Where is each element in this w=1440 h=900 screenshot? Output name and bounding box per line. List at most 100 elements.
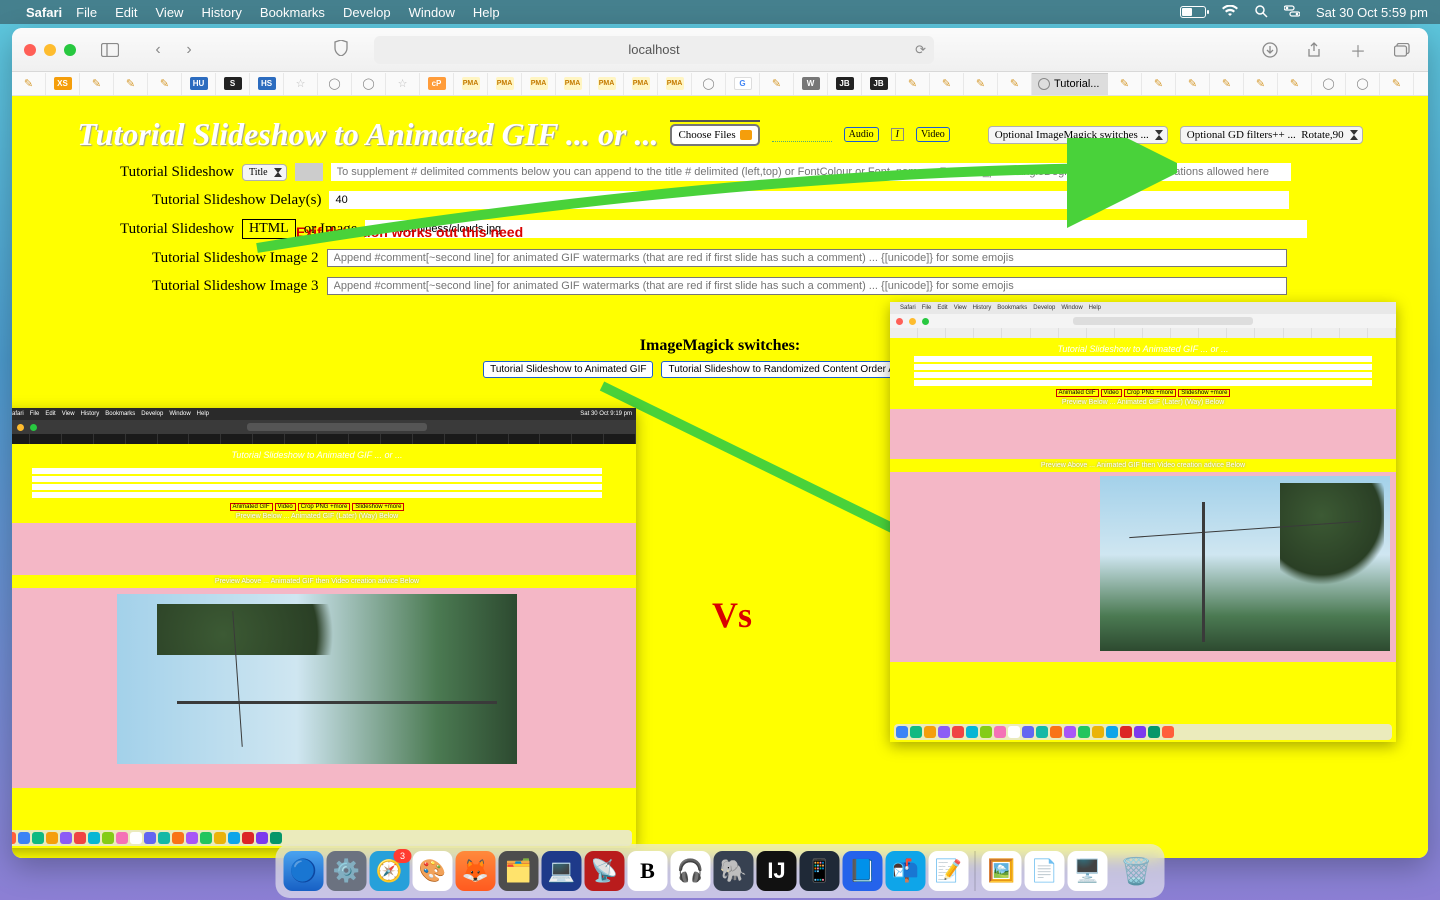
fav-item[interactable]: PMA	[454, 73, 488, 95]
fav-item[interactable]: ✎	[114, 73, 148, 95]
fav-item[interactable]: ✎	[896, 73, 930, 95]
fav-item[interactable]: W	[794, 73, 828, 95]
fav-item[interactable]: ✎	[998, 73, 1032, 95]
fav-item[interactable]: ◯	[1312, 73, 1346, 95]
video-button[interactable]: Video	[916, 127, 950, 142]
dock-app[interactable]: ⚙️	[327, 851, 367, 891]
browser-tab-active[interactable]: Tutorial...	[1032, 73, 1108, 95]
fav-item[interactable]: cP	[420, 73, 454, 95]
fav-item[interactable]: ✎	[1278, 73, 1312, 95]
menu-view[interactable]: View	[156, 5, 184, 20]
dock-app[interactable]: 🖥️	[1068, 851, 1108, 891]
downloads-icon[interactable]	[1256, 36, 1284, 64]
menu-help[interactable]: Help	[473, 5, 500, 20]
image2-input[interactable]	[327, 249, 1287, 267]
fav-item[interactable]: PMA	[488, 73, 522, 95]
dock-app[interactable]: 📄	[1025, 851, 1065, 891]
menu-bookmarks[interactable]: Bookmarks	[260, 5, 325, 20]
fav-item[interactable]: ☆	[386, 73, 420, 95]
dock-app[interactable]: 🦊	[456, 851, 496, 891]
close-window-button[interactable]	[24, 44, 36, 56]
dock-trash-icon[interactable]: 🗑️	[1117, 851, 1157, 891]
privacy-shield-icon[interactable]	[334, 40, 348, 59]
menubar-clock[interactable]: Sat 30 Oct 5:59 pm	[1316, 5, 1428, 20]
fav-item[interactable]: JB	[828, 73, 862, 95]
new-tab-icon[interactable]: ＋	[1344, 36, 1372, 64]
dock-app[interactable]: 💻	[542, 851, 582, 891]
dock-app[interactable]: 🐘	[714, 851, 754, 891]
fav-item[interactable]: ✎	[760, 73, 794, 95]
dock-app[interactable]: 🎧	[671, 851, 711, 891]
dock-app[interactable]: 🎨	[413, 851, 453, 891]
dock-app[interactable]: 📱	[800, 851, 840, 891]
fav-item[interactable]: XS	[46, 73, 80, 95]
dock-app[interactable]: 🧭	[370, 851, 410, 891]
image3-input[interactable]	[327, 277, 1287, 295]
zoom-window-button[interactable]	[64, 44, 76, 56]
file-chooser[interactable]: Choose Files	[670, 124, 759, 146]
fav-item[interactable]: G	[726, 73, 760, 95]
app-name[interactable]: Safari	[26, 5, 62, 20]
control-center-icon[interactable]	[1284, 4, 1300, 20]
share-icon[interactable]	[1300, 36, 1328, 64]
spotlight-icon[interactable]	[1254, 4, 1268, 21]
menu-window[interactable]: Window	[409, 5, 455, 20]
menu-develop[interactable]: Develop	[343, 5, 391, 20]
fav-item[interactable]: ✎	[1176, 73, 1210, 95]
fav-item[interactable]: PMA	[658, 73, 692, 95]
battery-icon[interactable]	[1180, 6, 1206, 18]
fav-item[interactable]: ✎	[964, 73, 998, 95]
forward-button[interactable]: ›	[175, 36, 203, 64]
fav-item[interactable]: ✎	[1108, 73, 1142, 95]
title-input[interactable]	[331, 163, 1291, 181]
fav-item[interactable]: ✎	[12, 73, 46, 95]
delay-input[interactable]	[329, 191, 1289, 209]
fav-item[interactable]: HS	[250, 73, 284, 95]
audio-button[interactable]: Audio	[844, 127, 879, 142]
fav-item[interactable]: ✎	[80, 73, 114, 95]
fav-item[interactable]: ◯	[1346, 73, 1380, 95]
dock-app[interactable]: 📬	[886, 851, 926, 891]
to-gif-button[interactable]: Tutorial Slideshow to Animated GIF	[483, 361, 653, 378]
fav-item[interactable]: ✎	[1244, 73, 1278, 95]
fav-item[interactable]: ☆	[284, 73, 318, 95]
tab-overview-icon[interactable]	[1388, 36, 1416, 64]
menu-edit[interactable]: Edit	[115, 5, 137, 20]
title-select[interactable]: Title	[242, 164, 287, 181]
fav-item[interactable]: JB	[862, 73, 896, 95]
color-swatch[interactable]	[295, 163, 323, 181]
fav-item[interactable]: ✎	[1380, 73, 1414, 95]
menu-file[interactable]: File	[76, 5, 97, 20]
fav-item[interactable]: S	[216, 73, 250, 95]
dock-app[interactable]: IJ	[757, 851, 797, 891]
fav-item[interactable]: HU	[182, 73, 216, 95]
fav-item[interactable]: ◯	[352, 73, 386, 95]
fav-item[interactable]: PMA	[590, 73, 624, 95]
back-button[interactable]: ‹	[144, 36, 172, 64]
gd-filters-select[interactable]: Optional GD filters++ ... Rotate,90	[1180, 126, 1363, 144]
minimize-window-button[interactable]	[44, 44, 56, 56]
fav-item[interactable]: PMA	[624, 73, 658, 95]
fav-item[interactable]: ✎	[148, 73, 182, 95]
dock-app[interactable]: 🗂️	[499, 851, 539, 891]
dock-app[interactable]: B	[628, 851, 668, 891]
fav-item[interactable]: ◯	[318, 73, 352, 95]
html-chip[interactable]: HTML	[242, 219, 296, 239]
dock-app[interactable]: 📝	[929, 851, 969, 891]
address-bar[interactable]: localhost ⟳	[374, 36, 934, 64]
menu-history[interactable]: History	[201, 5, 241, 20]
wifi-icon[interactable]	[1222, 4, 1238, 20]
dock-app[interactable]: 📡	[585, 851, 625, 891]
dock-app[interactable]: 📘	[843, 851, 883, 891]
fav-item[interactable]: ✎	[1142, 73, 1176, 95]
imagemagick-select[interactable]: Optional ImageMagick switches ...	[988, 126, 1168, 144]
fav-item[interactable]: PMA	[556, 73, 590, 95]
dock-app[interactable]: 🔵	[284, 851, 324, 891]
fav-item[interactable]: ✎	[930, 73, 964, 95]
reload-icon[interactable]: ⟳	[915, 42, 926, 58]
fav-item[interactable]: ✎	[1210, 73, 1244, 95]
dock-app[interactable]: 🖼️	[982, 851, 1022, 891]
fav-item[interactable]: ◯	[692, 73, 726, 95]
sidebar-toggle-icon[interactable]	[96, 36, 124, 64]
fav-item[interactable]: PMA	[522, 73, 556, 95]
